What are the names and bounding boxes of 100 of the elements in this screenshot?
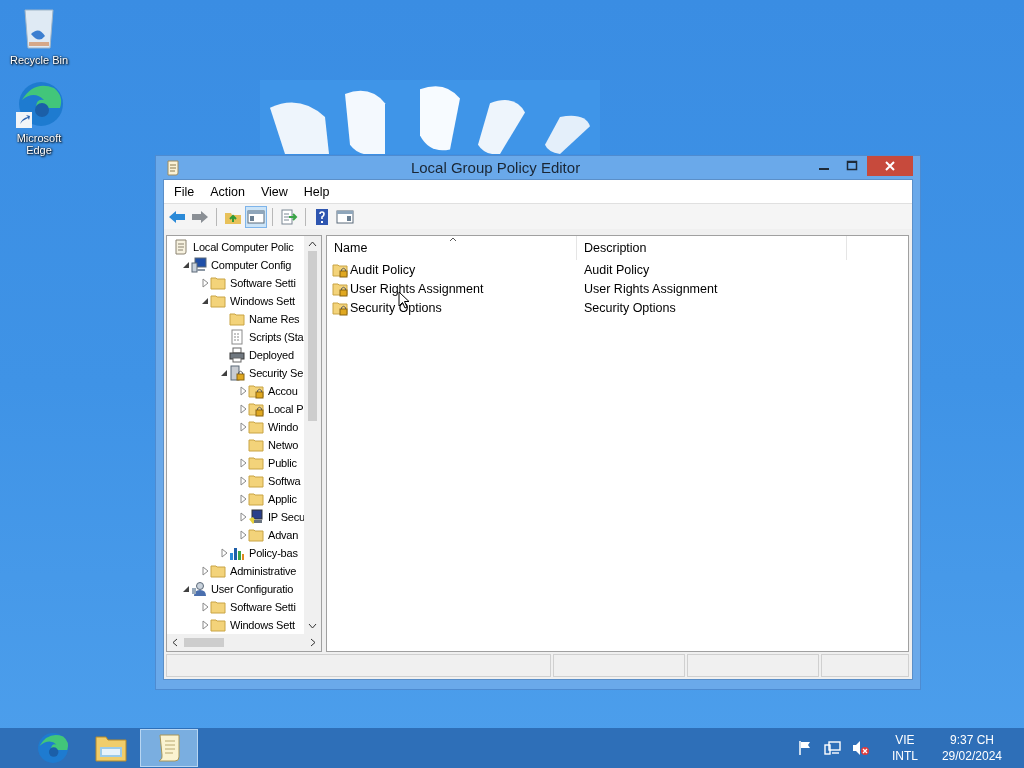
tree-item[interactable]: Computer Config	[211, 259, 292, 271]
tree-item[interactable]: Applic	[268, 493, 297, 505]
tree-item[interactable]: Windows Sett	[230, 619, 295, 631]
menu-item[interactable]: View	[252, 182, 296, 201]
expand-arrow-icon[interactable]	[239, 530, 247, 540]
pane-icon	[336, 208, 354, 225]
tree-item[interactable]: Administrative	[230, 565, 297, 577]
network-shield-icon	[248, 509, 264, 525]
network-icon[interactable]	[823, 740, 842, 756]
folder-icon	[248, 527, 264, 543]
tree-item[interactable]: Policy-bas	[249, 547, 298, 559]
folder-icon	[94, 733, 128, 763]
tree-item[interactable]: Netwo	[268, 439, 299, 451]
user-icon	[191, 581, 207, 597]
edge-icon[interactable]	[14, 80, 64, 130]
locked-folder-icon	[332, 280, 348, 297]
folder-icon	[248, 473, 264, 489]
collapse-arrow-icon[interactable]	[201, 297, 209, 305]
policy-name[interactable]: Security Options	[350, 300, 442, 315]
tree-item[interactable]: Local P	[268, 403, 304, 415]
tree-item[interactable]: Scripts (Sta	[249, 331, 304, 343]
script-icon	[229, 329, 245, 345]
expand-arrow-icon[interactable]	[239, 512, 247, 522]
locked-folder-icon	[332, 299, 348, 316]
bar-chart-icon	[229, 545, 245, 561]
tree-item[interactable]: Software Setti	[230, 277, 296, 289]
folder-icon	[248, 491, 264, 507]
folder-icon	[210, 563, 226, 579]
back-arrow-icon	[168, 208, 186, 225]
expand-arrow-icon[interactable]	[239, 476, 247, 486]
tree-item[interactable]: Local Computer Polic	[193, 241, 294, 253]
tree-item[interactable]: Security Se	[249, 367, 304, 379]
tree-item[interactable]: User Configuratio	[211, 583, 294, 595]
policy-description: User Rights Assignment	[584, 281, 718, 296]
tree-item[interactable]: IP Secu	[268, 511, 305, 523]
tree-item[interactable]: Accou	[268, 385, 298, 397]
expand-arrow-icon[interactable]	[201, 278, 209, 288]
scroll-icon	[173, 239, 189, 255]
tree-pane-button[interactable]	[245, 205, 267, 228]
tree-item[interactable]: Softwa	[268, 475, 301, 487]
scroll-down-icon[interactable]	[308, 623, 317, 629]
expand-arrow-icon[interactable]	[239, 422, 247, 432]
expand-arrow-icon[interactable]	[239, 386, 247, 396]
folder-icon	[248, 437, 264, 453]
tree-item[interactable]: Windows Sett	[230, 295, 295, 307]
locked-folder-icon	[332, 261, 348, 278]
scroll-up-icon[interactable]	[308, 241, 317, 247]
folder-icon	[248, 419, 264, 435]
folder-icon	[229, 311, 245, 327]
taskbar-button[interactable]	[140, 729, 198, 767]
collapse-arrow-icon[interactable]	[182, 261, 190, 269]
edge-icon	[36, 731, 70, 765]
policy-name[interactable]: Audit Policy	[350, 262, 416, 277]
locked-folder-icon	[248, 383, 264, 399]
folder-icon	[210, 275, 226, 291]
column-header[interactable]: Name	[327, 236, 577, 260]
security-server-icon	[229, 365, 245, 381]
expand-arrow-icon[interactable]	[201, 566, 209, 576]
scroll-icon	[166, 159, 180, 176]
folder-icon	[210, 599, 226, 615]
close-button[interactable]	[867, 156, 913, 176]
scroll-left-icon[interactable]	[172, 638, 178, 647]
menu-item[interactable]: Help	[295, 182, 338, 201]
folder-icon	[248, 455, 264, 471]
sort-caret-icon	[449, 237, 457, 242]
policy-description: Security Options	[584, 300, 676, 315]
menu-item[interactable]: File	[166, 182, 203, 201]
expand-arrow-icon[interactable]	[220, 548, 228, 558]
tree-item[interactable]: Advan	[268, 529, 299, 541]
printer-icon	[229, 347, 245, 363]
clock[interactable]: 9:37 CH 29/02/2024	[941, 732, 1002, 764]
expand-arrow-icon[interactable]	[239, 494, 247, 504]
collapse-arrow-icon[interactable]	[182, 585, 190, 593]
muted-speaker-icon[interactable]	[851, 740, 870, 756]
expand-arrow-icon[interactable]	[201, 602, 209, 612]
expand-arrow-icon[interactable]	[239, 458, 247, 468]
input-language-indicator[interactable]: VIE INTL	[891, 732, 918, 764]
expand-arrow-icon[interactable]	[201, 620, 209, 630]
help-icon	[313, 208, 331, 225]
pane-icon	[247, 208, 265, 225]
tree-item[interactable]: Public	[268, 457, 297, 469]
expand-arrow-icon[interactable]	[239, 404, 247, 414]
export-icon	[280, 208, 298, 225]
scroll-right-icon[interactable]	[310, 638, 316, 647]
menu-item[interactable]: Action	[202, 182, 253, 201]
scrollbar-thumb[interactable]	[308, 251, 317, 421]
tree-item[interactable]: Software Setti	[230, 601, 296, 613]
forward-arrow-icon	[191, 208, 209, 225]
policy-description: Audit Policy	[584, 262, 650, 277]
folder-icon	[210, 293, 226, 309]
policy-name[interactable]: User Rights Assignment	[350, 281, 484, 296]
window-title: Local Group Policy Editor	[409, 159, 582, 176]
tree-item[interactable]: Name Res	[249, 313, 300, 325]
scrollbar-thumb[interactable]	[184, 638, 224, 647]
computer-icon	[191, 257, 207, 273]
locked-folder-icon	[248, 401, 264, 417]
column-header[interactable]: Description	[577, 236, 847, 260]
tree-item[interactable]: Deployed	[249, 349, 294, 361]
tree-item[interactable]: Windo	[268, 421, 299, 433]
collapse-arrow-icon[interactable]	[220, 369, 228, 377]
